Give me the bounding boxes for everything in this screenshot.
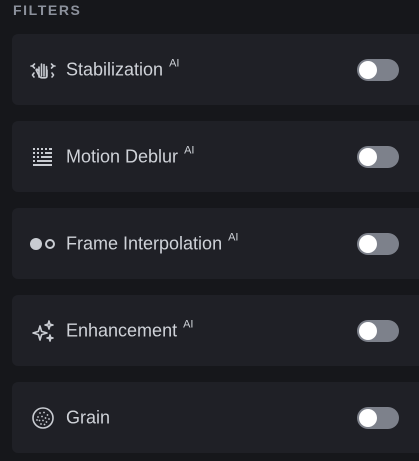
filter-row-motion-deblur: Motion Deblur AI <box>12 121 419 192</box>
filter-row-grain: Grain <box>12 382 419 453</box>
filter-row-enhancement: Enhancement AI <box>12 295 419 366</box>
filter-label: Motion Deblur AI <box>66 144 195 166</box>
motion-deblur-icon <box>29 143 57 171</box>
frame-interpolation-toggle[interactable] <box>357 232 399 255</box>
filter-row-frame-interpolation: Frame Interpolation AI <box>12 208 419 279</box>
section-title: FILTERS <box>13 2 82 18</box>
ai-badge: AI <box>184 144 195 156</box>
ai-badge: AI <box>169 57 180 69</box>
filter-label: Frame Interpolation AI <box>66 231 239 253</box>
hand-stabilization-icon <box>29 56 57 84</box>
enhancement-toggle[interactable] <box>357 319 399 342</box>
ai-badge: AI <box>228 231 239 243</box>
filter-label: Grain <box>66 407 111 427</box>
motion-deblur-toggle[interactable] <box>357 145 399 168</box>
stabilization-toggle[interactable] <box>357 58 399 81</box>
ai-badge: AI <box>183 318 194 330</box>
sparkle-icon <box>29 317 57 345</box>
toggle-knob <box>359 408 377 427</box>
toggle-knob <box>359 234 377 253</box>
filter-list: Stabilization AI Motion Deblur AI Frame … <box>12 34 419 453</box>
toggle-knob <box>359 321 377 340</box>
toggle-knob <box>359 60 377 79</box>
filter-row-stabilization: Stabilization AI <box>12 34 419 105</box>
frame-interpolation-icon <box>29 230 57 258</box>
grain-icon <box>29 404 57 432</box>
toggle-knob <box>359 147 377 166</box>
filter-label: Enhancement AI <box>66 318 194 340</box>
filter-label: Stabilization AI <box>66 57 180 79</box>
grain-toggle[interactable] <box>357 406 399 429</box>
